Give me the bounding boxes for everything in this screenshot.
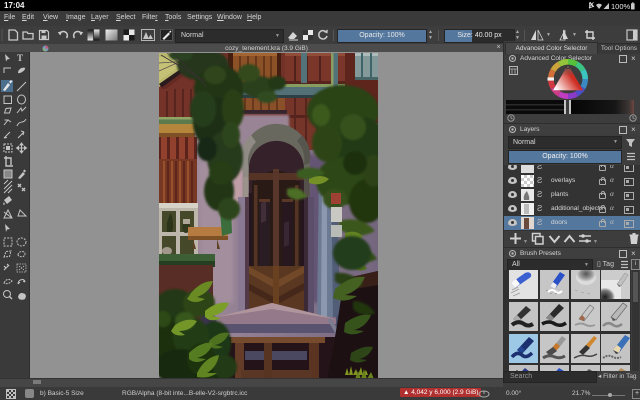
svg-text:100%: 100% [611, 2, 631, 10]
svg-text:T: T [17, 53, 23, 63]
